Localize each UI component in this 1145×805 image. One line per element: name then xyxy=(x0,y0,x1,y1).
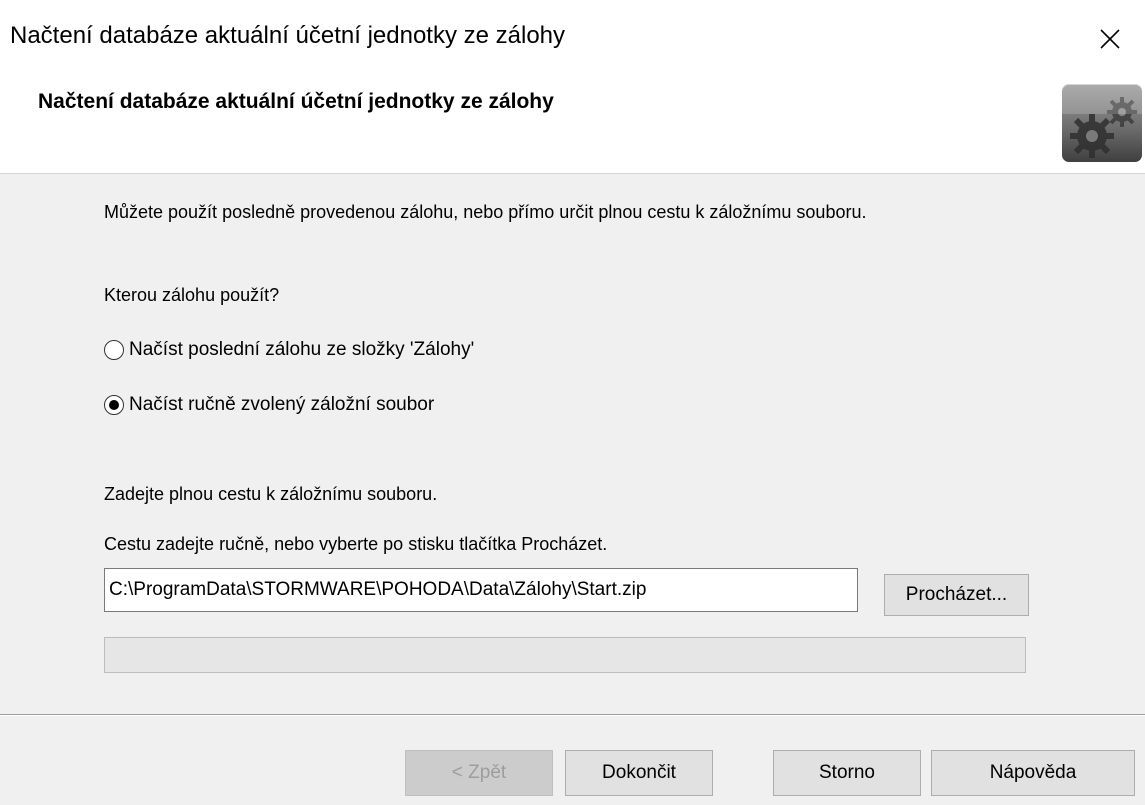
radio-button-unselected[interactable] xyxy=(104,340,124,360)
radio-last-backup-label: Načíst poslední zálohu ze složky 'Zálohy… xyxy=(129,339,475,360)
radio-manual-backup[interactable]: Načíst ručně zvolený záložní soubor xyxy=(104,393,434,417)
wizard-content: Můžete použít posledně provedenou zálohu… xyxy=(0,174,1145,714)
wizard-header: Načtení databáze aktuální účetní jednotk… xyxy=(0,78,1145,174)
progress-bar xyxy=(104,637,1026,673)
backup-path-input[interactable] xyxy=(104,568,858,612)
title-bar: Načtení databáze aktuální účetní jednotk… xyxy=(0,0,1145,78)
header-title: Načtení databáze aktuální účetní jednotk… xyxy=(38,90,554,113)
path-hint: Cestu zadejte ručně, nebo vyberte po sti… xyxy=(104,534,608,554)
gears-icon xyxy=(1062,84,1142,162)
radio-manual-backup-label: Načíst ručně zvolený záložní soubor xyxy=(129,394,435,415)
backup-restore-dialog: Načtení databáze aktuální účetní jednotk… xyxy=(0,0,1145,805)
radio-button-selected[interactable] xyxy=(104,395,124,415)
back-button[interactable]: < Zpět xyxy=(405,750,553,796)
question-label: Kterou zálohu použít? xyxy=(104,285,280,305)
radio-last-backup[interactable]: Načíst poslední zálohu ze složky 'Zálohy… xyxy=(104,338,474,362)
close-icon xyxy=(1099,28,1121,50)
footer-separator xyxy=(0,714,1145,716)
help-button[interactable]: Nápověda xyxy=(931,750,1135,796)
finish-button[interactable]: Dokončit xyxy=(565,750,713,796)
intro-text: Můžete použít posledně provedenou zálohu… xyxy=(104,202,867,222)
path-caption: Zadejte plnou cestu k záložnímu souboru. xyxy=(104,484,438,504)
browse-button[interactable]: Procházet... xyxy=(884,574,1029,616)
cancel-button[interactable]: Storno xyxy=(773,750,921,796)
window-title: Načtení databáze aktuální účetní jednotk… xyxy=(10,22,566,49)
close-button[interactable] xyxy=(1075,0,1145,78)
